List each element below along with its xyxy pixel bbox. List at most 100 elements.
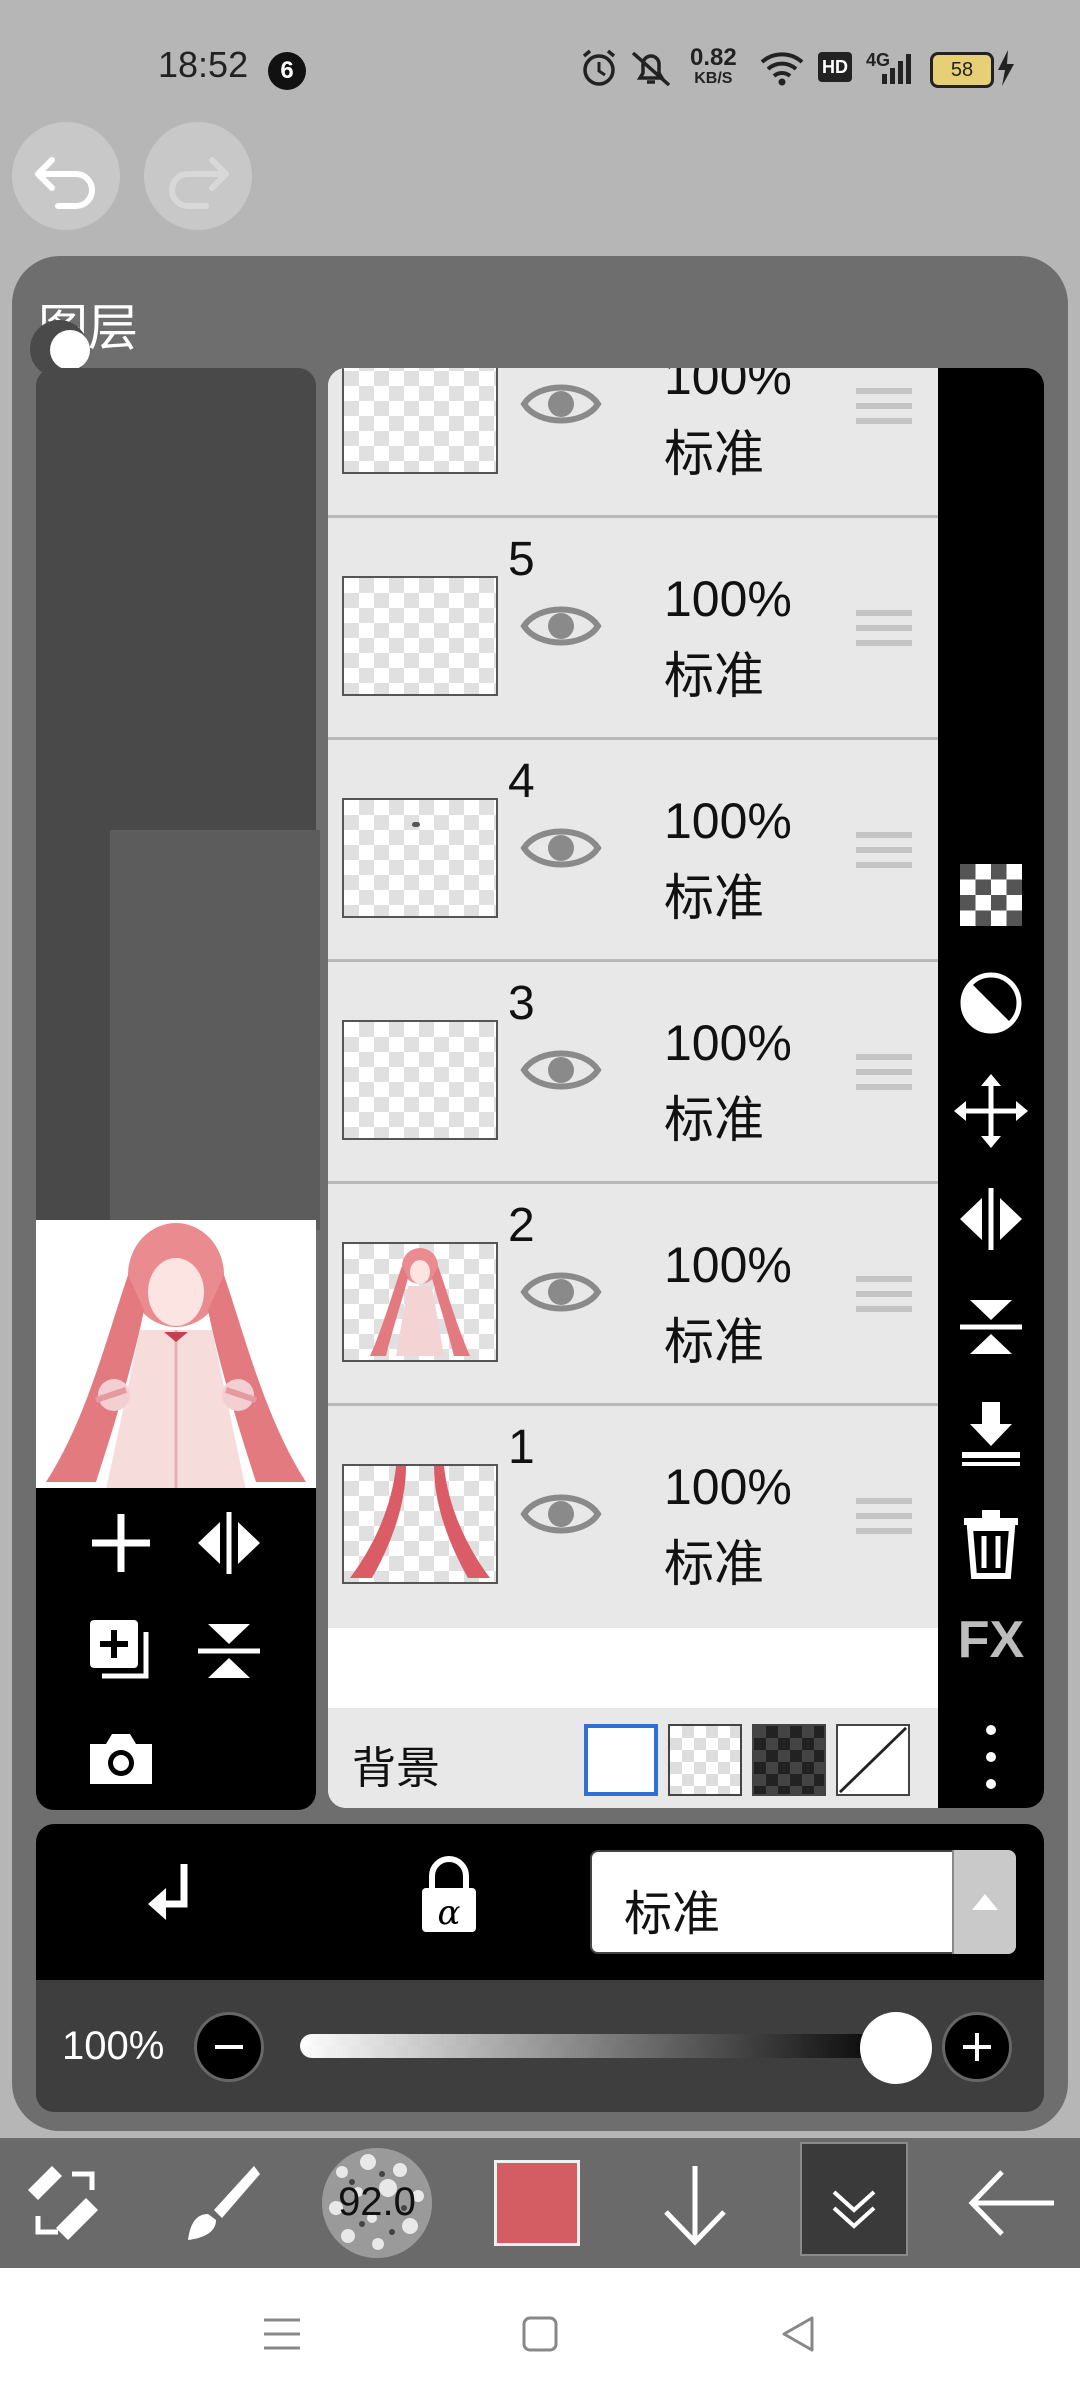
- quick-switch-tool-icon[interactable]: [22, 2160, 108, 2246]
- visibility-eye-icon[interactable]: [520, 596, 602, 656]
- opacity-decrease-button[interactable]: [194, 2012, 264, 2082]
- move-icon[interactable]: [952, 1072, 1030, 1150]
- drag-handle-icon[interactable]: [856, 826, 912, 874]
- collapse-panel-button[interactable]: [800, 2142, 908, 2256]
- redo-button[interactable]: [144, 122, 252, 230]
- layer-thumbnail: [342, 1020, 498, 1140]
- layer-blend-mode: 标准: [664, 1092, 764, 1148]
- layer-number: 3: [508, 977, 535, 1030]
- layer-row[interactable]: 2 100% 标准: [328, 1184, 938, 1406]
- layer-row[interactable]: 4 100% 标准: [328, 740, 938, 962]
- background-transparent-light-option[interactable]: [668, 1724, 742, 1796]
- back-arrow-icon[interactable]: [966, 2160, 1060, 2246]
- layer-preview-thumbnail: [36, 1220, 316, 1490]
- flip-vertical-right-icon[interactable]: [952, 1288, 1030, 1366]
- clipping-mask-icon[interactable]: [952, 964, 1030, 1042]
- merge-down-icon[interactable]: [952, 1396, 1030, 1474]
- status-time: 18:52: [158, 44, 249, 85]
- layer-thumbnail: [342, 798, 498, 918]
- blend-mode-dropdown-button[interactable]: [952, 1850, 1016, 1954]
- background-row: 背景: [328, 1708, 938, 1808]
- home-icon[interactable]: [518, 2312, 562, 2356]
- opacity-slider-thumb[interactable]: [860, 2012, 932, 2084]
- network-speed-unit: KB/S: [694, 70, 733, 87]
- flip-horizontal-right-icon[interactable]: [952, 1180, 1030, 1258]
- current-color-swatch[interactable]: [494, 2160, 580, 2246]
- battery-indicator: 58: [930, 52, 994, 88]
- drag-handle-icon[interactable]: [856, 1048, 912, 1096]
- layer-number: 5: [508, 533, 535, 586]
- background-none-option[interactable]: [836, 1724, 910, 1796]
- layer-1-artwork: [350, 1466, 490, 1578]
- opacity-label: 100%: [62, 2024, 165, 2068]
- double-chevron-down-icon: [832, 2190, 876, 2229]
- panel-drag-handle-knob: [50, 330, 90, 370]
- flip-vertical-icon[interactable]: [192, 1614, 266, 1688]
- clip-to-below-icon[interactable]: [136, 1856, 212, 1936]
- nav-back-icon[interactable]: [776, 2312, 820, 2356]
- redo-icon: [169, 157, 229, 209]
- drag-handle-icon[interactable]: [856, 382, 912, 430]
- background-transparent-dark-option[interactable]: [752, 1724, 826, 1796]
- layer-list[interactable]: 6 100% 标准 5 100% 标准 4 100% 标准 3 100% 标准 …: [328, 368, 938, 1808]
- signal-icon: [882, 54, 911, 84]
- visibility-eye-icon[interactable]: [520, 1262, 602, 1322]
- layer-thumbnail: [342, 1242, 498, 1362]
- flip-horizontal-icon[interactable]: [192, 1506, 266, 1580]
- visibility-eye-icon[interactable]: [520, 374, 602, 434]
- layer-opacity: 100%: [664, 571, 792, 627]
- svg-text:α: α: [438, 1893, 461, 1933]
- visibility-eye-icon[interactable]: [520, 818, 602, 878]
- layer-number: 4: [508, 755, 535, 808]
- visibility-eye-icon[interactable]: [520, 1484, 602, 1544]
- layer-opacity: 100%: [664, 1459, 792, 1515]
- download-arrow-icon[interactable]: [652, 2160, 738, 2250]
- drag-handle-icon[interactable]: [856, 1492, 912, 1540]
- notification-count-badge: 6: [268, 52, 306, 90]
- layer-thumbnail: [342, 576, 498, 696]
- layer-thumbnail: [342, 368, 498, 474]
- layer-row[interactable]: 5 100% 标准: [328, 518, 938, 740]
- menu-icon[interactable]: [260, 2312, 304, 2356]
- layer-blend-mode: 标准: [664, 870, 764, 926]
- layer-opacity: 100%: [664, 1237, 792, 1293]
- drag-handle-icon[interactable]: [856, 1270, 912, 1318]
- drag-handle-icon[interactable]: [856, 604, 912, 652]
- character-illustration: [46, 1223, 306, 1490]
- blend-mode-value: 标准: [624, 1888, 721, 1941]
- brush-size-value: 92.0: [338, 2180, 416, 2224]
- checkerboard-icon[interactable]: [952, 856, 1030, 934]
- minus-icon: [215, 2045, 243, 2049]
- layer-2-artwork: [370, 1248, 470, 1356]
- camera-icon[interactable]: [84, 1722, 158, 1796]
- layer-blend-mode: 标准: [664, 1536, 764, 1592]
- layer-blend-mode: 标准: [664, 426, 764, 482]
- layer-row[interactable]: 1 100% 标准: [328, 1406, 938, 1628]
- background-label: 背景: [352, 1744, 440, 1793]
- canvas-preview-area: [110, 830, 320, 1230]
- layer-blend-mode: 标准: [664, 1314, 764, 1370]
- layer-blend-mode: 标准: [664, 648, 764, 704]
- more-options-icon[interactable]: [952, 1718, 1030, 1796]
- layer-opacity: 100%: [664, 368, 792, 405]
- plus-icon: [963, 2033, 991, 2061]
- layer-opacity: 100%: [664, 1015, 792, 1071]
- background-white-option[interactable]: [584, 1724, 658, 1796]
- alpha-lock-icon[interactable]: α: [414, 1852, 484, 1936]
- fx-button[interactable]: FX: [952, 1610, 1030, 1670]
- opacity-slider-track[interactable]: [300, 2034, 900, 2058]
- visibility-eye-icon[interactable]: [520, 1040, 602, 1100]
- layer-row[interactable]: 6 100% 标准: [328, 368, 938, 518]
- add-layer-icon[interactable]: [84, 1506, 158, 1580]
- duplicate-layer-icon[interactable]: [84, 1614, 158, 1688]
- caret-up-icon: [972, 1894, 998, 1910]
- network-speed-value: 0.82: [690, 44, 737, 71]
- undo-button[interactable]: [12, 122, 120, 230]
- layer-thumbnail: [342, 1464, 498, 1584]
- opacity-increase-button[interactable]: [942, 2012, 1012, 2082]
- delete-icon[interactable]: [952, 1504, 1030, 1582]
- layer-number: 2: [508, 1199, 535, 1252]
- undo-icon: [35, 157, 95, 209]
- brush-tool-icon[interactable]: [178, 2160, 264, 2246]
- layer-row[interactable]: 3 100% 标准: [328, 962, 938, 1184]
